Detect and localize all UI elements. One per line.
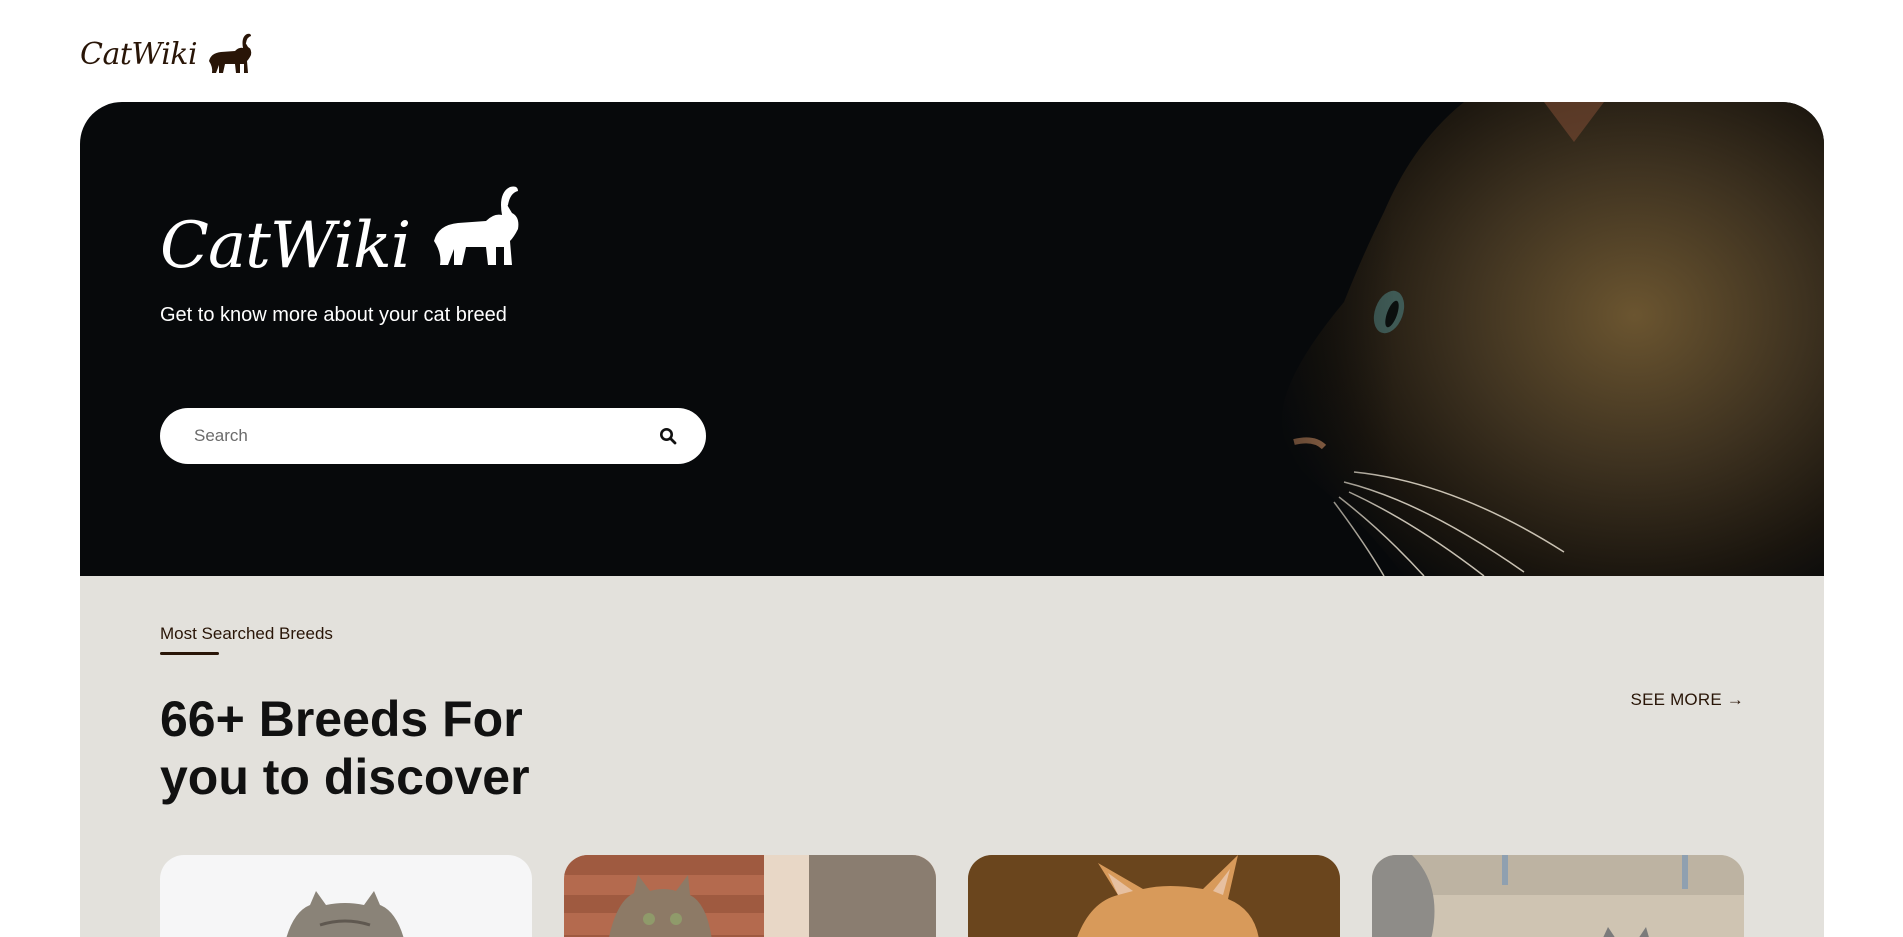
search-icon[interactable] <box>652 420 684 452</box>
hero-cat-image <box>1164 102 1824 576</box>
breed-card[interactable] <box>1372 855 1744 937</box>
search-bar <box>160 408 706 464</box>
cat-silhouette-icon <box>426 180 530 278</box>
breed-card-image <box>1372 855 1744 937</box>
cat-silhouette-icon <box>205 31 257 77</box>
breed-card[interactable] <box>968 855 1340 937</box>
breed-card[interactable] <box>564 855 936 937</box>
breed-card-image <box>160 855 532 937</box>
section-label-underline <box>160 652 219 655</box>
hero-banner: CatWiki Get to know more about your cat … <box>80 102 1824 576</box>
most-searched-breeds-section: Most Searched Breeds 66+ Breeds For you … <box>80 576 1824 937</box>
breed-card-image <box>564 855 936 937</box>
hero-tagline: Get to know more about your cat breed <box>160 304 507 326</box>
section-heading: 66+ Breeds For you to discover <box>160 691 530 805</box>
logo-text: CatWiki <box>80 36 198 72</box>
search-input[interactable] <box>194 426 652 446</box>
section-label: Most Searched Breeds <box>160 624 333 643</box>
breed-card-list <box>160 855 1744 937</box>
hero-logo: CatWiki <box>160 180 530 278</box>
site-logo[interactable]: CatWiki <box>80 28 257 80</box>
hero-logo-text: CatWiki <box>160 209 411 283</box>
see-more-link[interactable]: SEE MORE → <box>1631 690 1744 710</box>
breed-card[interactable] <box>160 855 532 937</box>
breed-card-image <box>968 855 1340 937</box>
